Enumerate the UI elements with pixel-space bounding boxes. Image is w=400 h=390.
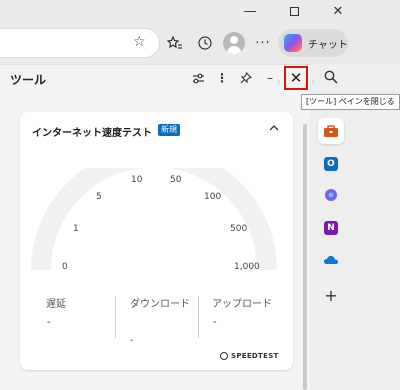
copilot-icon: [325, 189, 337, 201]
onenote-icon: N: [324, 221, 338, 235]
copilot-icon: [284, 34, 302, 52]
toolbox-icon: [324, 125, 338, 137]
maximize-icon: [289, 6, 299, 16]
metric-divider: [115, 296, 116, 338]
pane-more-button[interactable]: ⋮: [212, 68, 232, 88]
minimize-pane-button[interactable]: –: [260, 68, 280, 88]
search-icon: [324, 70, 338, 84]
dash-icon: –: [267, 71, 273, 85]
add-icon: +: [324, 285, 338, 305]
gauge-tick: 1,000: [234, 262, 260, 272]
gauge-tick: 50: [170, 175, 182, 185]
sidebar-item-onedrive[interactable]: [318, 247, 344, 273]
sidebar-item-tools[interactable]: [318, 118, 344, 144]
minimize-icon: —: [243, 3, 257, 19]
gauge-tick: 0: [62, 262, 68, 272]
speedtest-brand: SPEEDTEST: [220, 352, 279, 360]
favorites-button[interactable]: [164, 32, 186, 54]
sidebar-item-outlook[interactable]: O: [318, 151, 344, 177]
maximize-button[interactable]: [272, 0, 316, 22]
pane-settings-button[interactable]: [188, 68, 208, 88]
latency-value: -: [47, 317, 51, 328]
favorite-star-icon[interactable]: ☆: [133, 34, 146, 50]
pane-header: ツール ⋮ – ✕: [0, 65, 310, 91]
sliders-icon: [192, 73, 204, 83]
sidebar-add-button[interactable]: +: [318, 282, 344, 308]
vertical-ellipsis-icon: ⋮: [216, 71, 228, 85]
metric-divider: [198, 296, 199, 338]
download-value: -: [130, 335, 134, 346]
favorites-icon: [167, 35, 182, 49]
new-badge: 新規: [158, 124, 180, 136]
address-bar[interactable]: ☆: [0, 28, 160, 58]
gauge-tick: 10: [131, 175, 143, 185]
close-pane-tooltip: [ツール] ペインを閉じる: [301, 94, 400, 110]
pin-icon: [240, 72, 252, 84]
upload-label: アップロード: [212, 299, 272, 310]
collapse-card-button[interactable]: [266, 120, 282, 136]
pin-pane-button[interactable]: [236, 68, 256, 88]
gauge-tick: 5: [96, 192, 102, 202]
copilot-chat-button[interactable]: チャット: [278, 29, 348, 57]
minimize-button[interactable]: —: [228, 0, 272, 22]
latency-label: 遅延: [46, 299, 66, 310]
browser-toolbar: ☆ ··· チャット: [0, 22, 400, 64]
sidebar-item-copilot[interactable]: [318, 182, 344, 208]
ellipsis-icon: ···: [255, 35, 271, 51]
gauge-tick: 1: [73, 224, 79, 234]
card-title: インターネット速度テスト: [32, 128, 152, 139]
speedtest-logo-icon: [220, 352, 228, 360]
close-window-button[interactable]: ✕: [316, 0, 360, 22]
download-label: ダウンロード: [130, 299, 190, 310]
sidebar-search-button[interactable]: [320, 66, 342, 88]
copilot-label: チャット: [308, 39, 348, 51]
close-pane-button[interactable]: ✕: [284, 66, 308, 90]
pane-scrollbar[interactable]: [303, 124, 307, 390]
brand-label: SPEEDTEST: [231, 352, 279, 360]
sidebar-item-onenote[interactable]: N: [318, 215, 344, 241]
more-menu-button[interactable]: ···: [252, 32, 274, 54]
chevron-up-icon: [269, 125, 279, 131]
gauge-tick: 100: [204, 192, 222, 202]
gauge-tick: 500: [230, 224, 248, 234]
pane-title: ツール: [10, 73, 47, 87]
speed-test-card: インターネット速度テスト 新規 0 1 5 10 50 100 500 1,00…: [20, 112, 293, 370]
onedrive-icon: [324, 255, 338, 264]
title-bar: — ✕: [0, 0, 400, 22]
history-icon: [198, 36, 212, 50]
profile-avatar[interactable]: [223, 32, 245, 54]
close-icon: ✕: [332, 3, 344, 19]
upload-value: -: [213, 317, 217, 328]
close-icon: ✕: [289, 69, 303, 87]
history-button[interactable]: [194, 32, 216, 54]
outlook-icon: O: [324, 157, 338, 171]
gauge-track: [31, 168, 277, 271]
